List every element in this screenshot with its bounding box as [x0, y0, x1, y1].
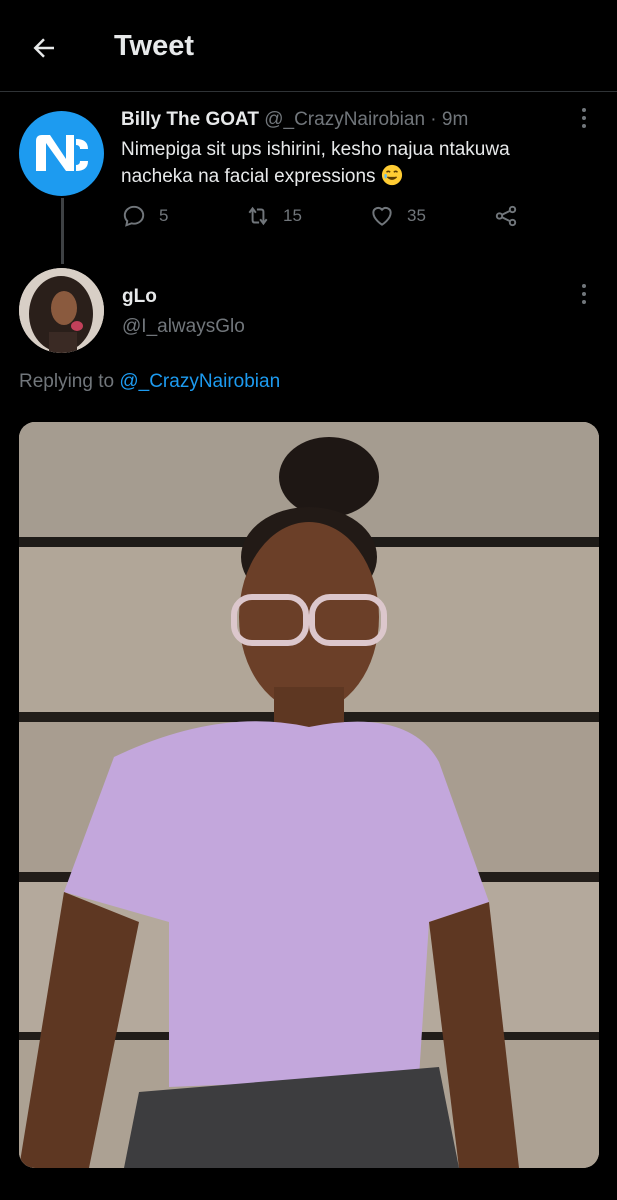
tweet-body: Nimepiga sit ups ishirini, kesho najua n…	[121, 139, 510, 187]
top-bar: Tweet	[0, 0, 617, 92]
page-title: Tweet	[114, 30, 195, 62]
heart-icon	[372, 206, 392, 226]
more-options-icon[interactable]	[574, 103, 594, 133]
reply-count: 5	[159, 206, 169, 225]
user-handle[interactable]: @_CrazyNairobian	[264, 109, 425, 130]
display-name[interactable]: Billy The GOAT	[121, 109, 259, 130]
reply-user-handle[interactable]: @I_alwaysGlo	[122, 316, 245, 338]
reply-icon	[123, 205, 145, 227]
replying-to-link[interactable]: @_CrazyNairobian	[119, 371, 280, 392]
profile-photo	[19, 268, 104, 353]
more-options-icon[interactable]	[574, 279, 594, 309]
reply-avatar[interactable]	[19, 268, 104, 353]
arrow-left-icon	[33, 38, 54, 58]
thread-connector	[61, 198, 64, 264]
share-action[interactable]	[493, 203, 519, 229]
brand-logo-icon	[35, 134, 88, 171]
like-count: 35	[407, 206, 426, 225]
reply-action[interactable]: 5	[121, 203, 168, 229]
retweet-icon	[248, 206, 268, 226]
timestamp[interactable]: · 9m	[430, 109, 468, 130]
tweet-author[interactable]: Billy The GOAT @_CrazyNairobian · 9m	[121, 109, 468, 131]
tweet-actions: 5 15 35	[121, 203, 541, 233]
back-button[interactable]	[26, 30, 62, 66]
share-icon	[495, 205, 517, 227]
like-action[interactable]: 35	[369, 203, 426, 229]
avatar[interactable]	[19, 111, 104, 196]
retweet-count: 15	[283, 206, 302, 225]
replying-prefix: Replying to	[19, 371, 115, 392]
attached-photo[interactable]	[19, 422, 599, 1168]
photo-image	[19, 422, 599, 1168]
replying-to: Replying to @_CrazyNairobian	[19, 371, 280, 393]
reply-display-name[interactable]: gLo	[122, 286, 157, 308]
tweet-text: Nimepiga sit ups ishirini, kesho najua n…	[121, 136, 561, 190]
retweet-action[interactable]: 15	[245, 203, 302, 229]
face-with-tears-emoji	[381, 164, 402, 186]
